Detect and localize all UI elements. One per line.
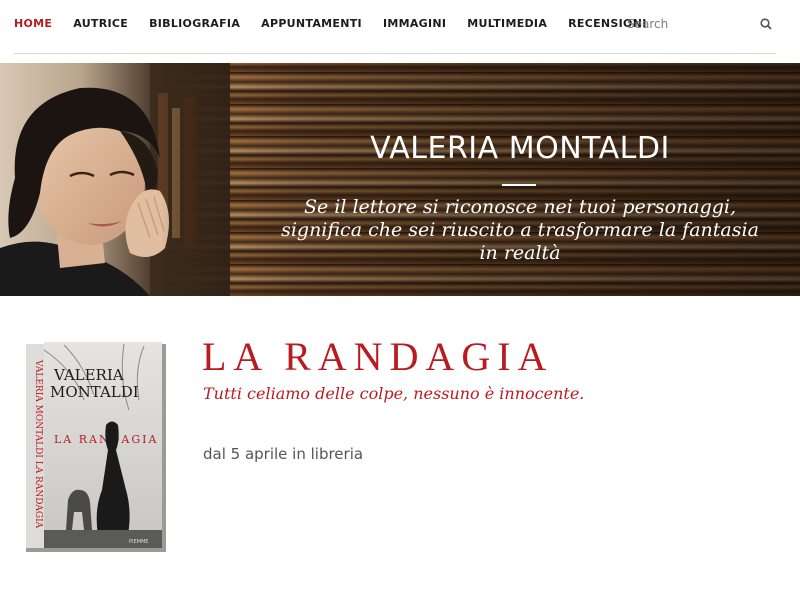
nav-divider <box>14 53 776 54</box>
hero-title: VALERIA MONTALDI <box>370 131 670 166</box>
book-release-date: dal 5 aprile in libreria <box>203 445 364 463</box>
nav-item-home[interactable]: HOME <box>14 17 52 30</box>
hero-divider <box>502 184 536 186</box>
book-cover-image[interactable]: VALERIA MONTALDI LA RANDAGIA VALERIA MON… <box>24 340 166 552</box>
top-navigation: HOME AUTRICE BIBLIOGRAFIA APPUNTAMENTI I… <box>0 0 800 54</box>
nav-item-appuntamenti[interactable]: APPUNTAMENTI <box>261 17 362 30</box>
nav-item-bibliografia[interactable]: BIBLIOGRAFIA <box>149 17 240 30</box>
nav-item-autrice[interactable]: AUTRICE <box>73 17 128 30</box>
search-box <box>627 14 773 36</box>
search-icon[interactable] <box>759 17 773 31</box>
hero-quote-line: significa che sei riuscito a trasformare… <box>281 219 759 241</box>
svg-text:PIEMME: PIEMME <box>129 539 148 545</box>
hero-quote-line: Se il lettore si riconosce nei tuoi pers… <box>303 196 737 218</box>
book-cover-author-line2: MONTALDI <box>50 383 139 401</box>
hero-quote: Se il lettore si riconosce nei tuoi pers… <box>250 196 790 265</box>
author-portrait <box>0 63 230 296</box>
book-cover-author-line1: VALERIA <box>53 366 124 384</box>
book-title: LA RANDAGIA <box>202 334 554 379</box>
nav-item-immagini[interactable]: IMMAGINI <box>383 17 446 30</box>
hero-quote-line: in realtà <box>479 242 561 264</box>
nav-menu: HOME AUTRICE BIBLIOGRAFIA APPUNTAMENTI I… <box>14 17 668 30</box>
book-spine-text: VALERIA MONTALDI LA RANDAGIA <box>33 359 43 529</box>
nav-item-multimedia[interactable]: MULTIMEDIA <box>467 17 547 30</box>
hero-banner: VALERIA MONTALDI Se il lettore si ricono… <box>0 63 800 296</box>
book-tagline: Tutti celiamo delle colpe, nessuno è inn… <box>203 384 585 403</box>
search-input[interactable] <box>627 14 752 34</box>
